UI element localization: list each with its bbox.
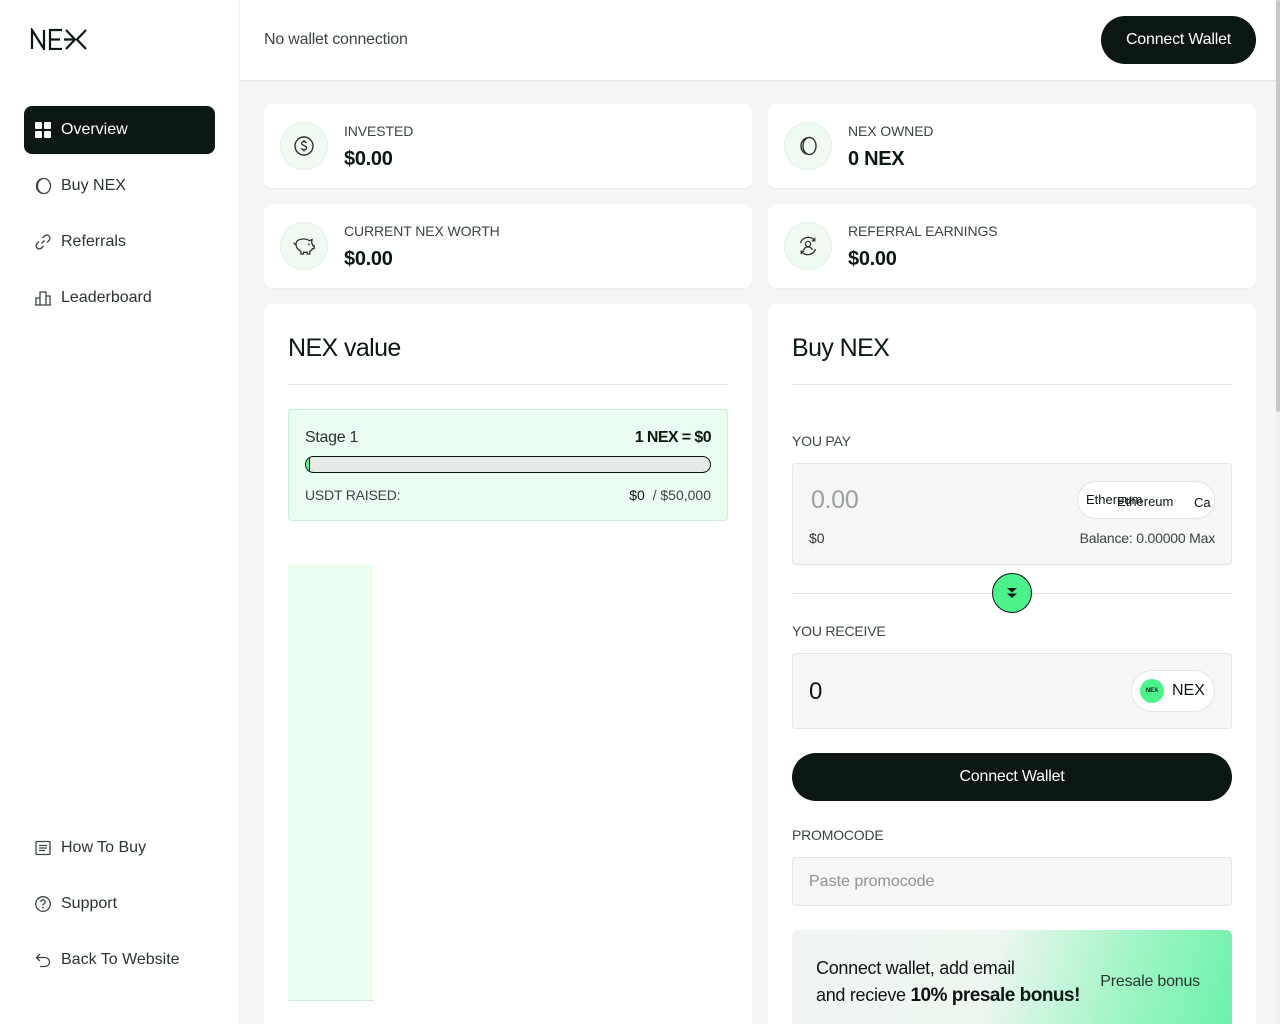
raised-value: $0: [629, 487, 645, 503]
stat-value: 0 NEX: [848, 148, 905, 170]
you-pay-label: YOU PAY: [792, 433, 851, 449]
raised-label: USDT RAISED:: [305, 487, 401, 503]
price-rate: 1 NEX = $0: [634, 429, 712, 446]
secondary-nav: How To Buy Support Back To Website: [24, 824, 215, 992]
double-chevron-down-icon: [1007, 588, 1017, 598]
presale-progress-bar: [305, 456, 711, 473]
document-icon: [34, 839, 52, 857]
swap-direction-button[interactable]: [992, 573, 1032, 613]
stat-value: $0.00: [344, 248, 393, 270]
pay-amount-input[interactable]: 0.00: [811, 486, 859, 515]
sidebar-item-label: Buy NEX: [61, 177, 126, 194]
balance-max[interactable]: Balance: 0.00000 Max: [1080, 530, 1216, 546]
promocode-input[interactable]: [792, 857, 1232, 906]
buy-connect-wallet-button[interactable]: Connect Wallet: [792, 753, 1232, 801]
token-selector[interactable]: Ethereum Ethereum Ca: [1077, 481, 1215, 519]
stat-card-current-worth: CURRENT NEX WORTH $0.00: [264, 204, 752, 288]
price-chart-bar: [288, 565, 374, 1001]
return-arrow-icon: [34, 951, 52, 969]
receive-token-badge: NEX NEX: [1131, 670, 1215, 712]
nex-coin-icon: NEX: [1140, 679, 1164, 703]
panel-title: NEX value: [288, 334, 401, 362]
stat-label: REFERRAL EARNINGS: [848, 223, 998, 239]
scrollbar-thumb[interactable]: [1276, 0, 1280, 412]
stage-progress-card: Stage 1 1 NEX = $0 USDT RAISED: $0 / $50…: [288, 409, 728, 521]
sidebar-item-label: Referrals: [61, 233, 126, 250]
referral-cycle-icon: [784, 222, 832, 270]
receive-box: 0 NEX NEX: [792, 653, 1232, 729]
panel-title: Buy NEX: [792, 334, 890, 362]
stat-value: $0.00: [848, 248, 897, 270]
sidebar-item-label: Overview: [61, 121, 128, 138]
stat-value: $0.00: [344, 148, 393, 170]
presale-bonus-tag: Presale bonus: [1100, 973, 1200, 990]
you-receive-label: YOU RECEIVE: [792, 623, 886, 639]
stat-card-invested: INVESTED $0.00: [264, 104, 752, 188]
sidebar-item-label: Leaderboard: [61, 289, 152, 306]
sidebar-item-label: Back To Website: [61, 951, 180, 968]
pay-input-box[interactable]: 0.00 Ethereum Ethereum Ca $0 Balance: 0.…: [792, 463, 1232, 565]
promocode-label: PROMOCODE: [792, 827, 884, 843]
sidebar-item-buy-nex[interactable]: Buy NEX: [24, 162, 215, 210]
stat-label: CURRENT NEX WORTH: [344, 223, 500, 239]
stat-label: INVESTED: [344, 123, 414, 139]
main-nav: Overview Buy NEX Referrals Leaderboard: [24, 106, 215, 330]
bonus-line-2-prefix: and recieve: [816, 985, 911, 1005]
podium-icon: [34, 289, 52, 307]
piggy-bank-icon: [280, 222, 328, 270]
stage-label: Stage 1: [305, 429, 359, 446]
stat-card-nex-owned: NEX OWNED 0 NEX: [768, 104, 1256, 188]
divider: [792, 384, 1232, 385]
sidebar: Overview Buy NEX Referrals Leaderboard H…: [0, 0, 240, 1024]
buy-nex-panel: Buy NEX YOU PAY 0.00 Ethereum Ethereum C…: [768, 304, 1256, 1024]
receive-amount: 0: [809, 678, 823, 705]
bonus-line-2: and recieve 10% presale bonus!: [816, 985, 1080, 1007]
token-name-overlay: Ethereum: [1117, 494, 1174, 509]
top-bar: No wallet connection Connect Wallet: [240, 0, 1276, 81]
wallet-status: No wallet connection: [264, 31, 408, 48]
raised-target: / $50,000: [652, 487, 711, 503]
page-scrollbar[interactable]: [1276, 0, 1280, 1024]
receive-token-label: NEX: [1172, 682, 1205, 699]
stat-label: NEX OWNED: [848, 123, 934, 139]
sidebar-item-overview[interactable]: Overview: [24, 106, 215, 154]
nex-logo[interactable]: [30, 28, 88, 50]
raised-amount: $0 / $50,000: [629, 487, 711, 503]
dollar-circle-icon: [280, 122, 328, 170]
stat-card-referral-earnings: REFERRAL EARNINGS $0.00: [768, 204, 1256, 288]
link-icon: [34, 233, 52, 251]
sidebar-item-back-to-website[interactable]: Back To Website: [24, 936, 215, 984]
connect-wallet-button[interactable]: Connect Wallet: [1101, 16, 1256, 64]
sidebar-item-label: How To Buy: [61, 839, 147, 856]
token-name-clipped: Ca: [1194, 495, 1211, 510]
help-circle-icon: [34, 895, 52, 913]
bonus-line-1: Connect wallet, add email: [816, 958, 1015, 978]
sidebar-item-support[interactable]: Support: [24, 880, 215, 928]
coin-icon: [784, 122, 832, 170]
nex-value-panel: NEX value Stage 1 1 NEX = $0 USDT RAISED…: [264, 304, 752, 1024]
sidebar-item-label: Support: [61, 895, 118, 912]
bonus-highlight: 10% presale bonus!: [910, 985, 1080, 1006]
progress-fill: [306, 457, 310, 472]
nex-logo-mark: [30, 28, 87, 50]
coin-icon: [34, 177, 52, 195]
divider: [288, 384, 728, 385]
sidebar-item-referrals[interactable]: Referrals: [24, 218, 215, 266]
sidebar-item-leaderboard[interactable]: Leaderboard: [24, 274, 215, 322]
presale-bonus-banner: Connect wallet, add email and recieve 10…: [792, 930, 1232, 1024]
sidebar-item-how-to-buy[interactable]: How To Buy: [24, 824, 215, 872]
pay-usd-value: $0: [809, 530, 825, 546]
grid-icon: [34, 121, 52, 139]
